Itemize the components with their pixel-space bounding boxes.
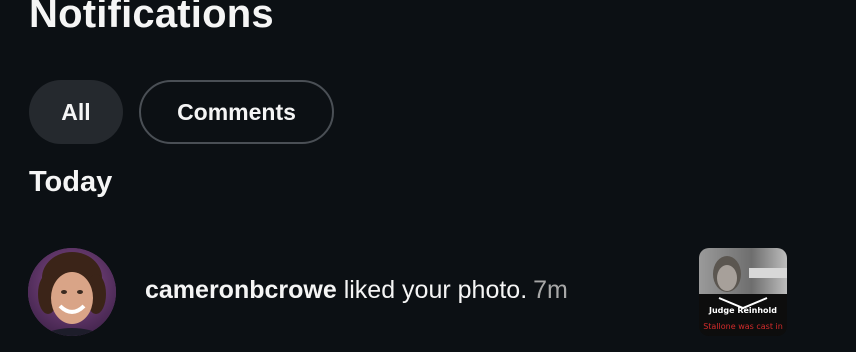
avatar[interactable] [28,248,116,336]
thumbnail-caption: Stallone was cast in [703,322,783,331]
section-heading-today: Today [29,166,113,198]
notification-time: 7m [533,276,568,304]
notification-action: liked your photo. [336,276,528,304]
notification-text: cameronbcrowe liked your photo. 7m [145,276,568,305]
post-thumbnail[interactable]: Judge Reinhold Stallone was cast in [699,248,787,336]
filter-comments-button[interactable]: Comments [139,80,334,144]
thumbnail-title: Judge Reinhold [708,306,778,315]
notification-username[interactable]: cameronbcrowe [145,276,337,304]
filter-all-button[interactable]: All [29,80,123,144]
notification-filters: All Comments [29,80,334,144]
page-title: Notifications [29,0,274,36]
notification-item[interactable]: cameronbcrowe liked your photo. 7m Judge … [0,240,856,352]
avatar-image [28,248,116,336]
